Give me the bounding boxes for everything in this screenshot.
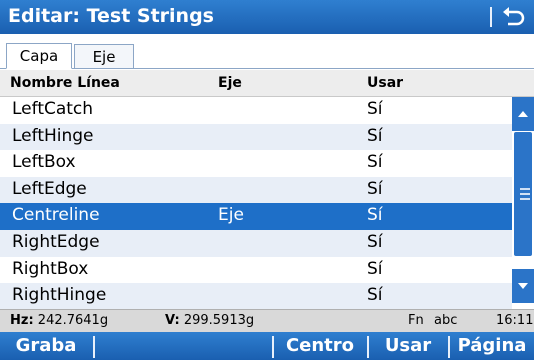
cell-name: RightHinge	[12, 285, 107, 306]
scroll-down-button[interactable]	[512, 269, 534, 303]
cell-usar: Sí	[367, 258, 383, 279]
table-row-selected[interactable]: Centreline Eje Sí	[0, 203, 512, 230]
cell-name: LeftCatch	[12, 99, 94, 119]
scroll-thumb[interactable]	[514, 132, 532, 256]
title-bar: Editar: Test Strings	[0, 0, 534, 34]
table-row[interactable]: RightEdge Sí	[0, 229, 512, 257]
cell-usar: Sí	[367, 231, 383, 252]
cell-usar: Sí	[367, 152, 383, 173]
cell-name: LeftHinge	[12, 125, 94, 146]
pagina-button[interactable]: Página	[450, 332, 534, 360]
column-header-nombre[interactable]: Nombre Línea	[10, 75, 120, 91]
usar-button[interactable]: Usar	[369, 332, 447, 360]
softkey-f2[interactable]	[95, 332, 179, 360]
tab-baseline	[0, 68, 534, 69]
table-body: LeftCatch Sí LeftHinge Sí LeftBox Sí Lef…	[0, 97, 512, 309]
cell-usar: Sí	[367, 178, 383, 199]
tab-capa[interactable]: Capa	[6, 43, 72, 69]
cell-usar: Sí	[367, 285, 383, 306]
softkey-bar: Graba Centro Usar Página	[0, 332, 534, 360]
input-mode: abc	[434, 313, 458, 328]
tab-eje[interactable]: Eje	[74, 44, 134, 68]
cell-name: Centreline	[12, 205, 100, 226]
cell-name: LeftEdge	[12, 178, 87, 199]
arrow-up-icon	[518, 111, 528, 117]
table-row[interactable]: LeftCatch Sí	[0, 97, 512, 124]
table-row[interactable]: RightBox Sí	[0, 257, 512, 284]
v-reading: V: 299.5913g	[165, 313, 254, 328]
cell-usar: Sí	[367, 125, 383, 146]
back-arrow-icon	[503, 7, 525, 26]
column-header-usar[interactable]: Usar	[367, 75, 403, 91]
back-button[interactable]	[498, 3, 528, 31]
clock: 16:11	[496, 313, 534, 328]
table-row[interactable]: RightHinge Sí	[0, 283, 512, 309]
softkey-f3[interactable]	[180, 332, 272, 360]
column-header-eje[interactable]: Eje	[218, 75, 242, 91]
v-label: V:	[165, 313, 180, 328]
cell-usar: Sí	[367, 99, 383, 119]
hz-value: 242.7641g	[37, 313, 109, 328]
graba-button[interactable]: Graba	[0, 332, 92, 360]
centro-button[interactable]: Centro	[274, 332, 366, 360]
table-row[interactable]: LeftHinge Sí	[0, 123, 512, 151]
status-bar: Hz: 242.7641g V: 299.5913g Fn abc 16:11	[0, 309, 534, 332]
v-value: 299.5913g	[183, 313, 255, 328]
window-title: Editar: Test Strings	[8, 5, 214, 27]
grip-line	[520, 198, 530, 200]
grip-line	[520, 193, 530, 195]
hz-reading: Hz: 242.7641g	[10, 313, 108, 328]
hz-label: Hz:	[10, 313, 34, 328]
cell-usar: Sí	[367, 205, 383, 226]
grip-line	[520, 188, 530, 190]
scrollbar[interactable]	[512, 97, 534, 303]
table-row[interactable]: LeftEdge Sí	[0, 176, 512, 204]
cell-name: LeftBox	[12, 152, 76, 173]
cell-name: RightEdge	[12, 231, 100, 252]
fn-indicator: Fn	[408, 313, 424, 328]
arrow-down-icon	[518, 283, 528, 289]
cell-eje: Eje	[218, 205, 244, 226]
table-row[interactable]: LeftBox Sí	[0, 150, 512, 177]
table-header: Nombre Línea Eje Usar	[0, 70, 534, 97]
cell-name: RightBox	[12, 258, 89, 279]
scroll-up-button[interactable]	[512, 97, 534, 131]
title-divider	[490, 7, 492, 27]
